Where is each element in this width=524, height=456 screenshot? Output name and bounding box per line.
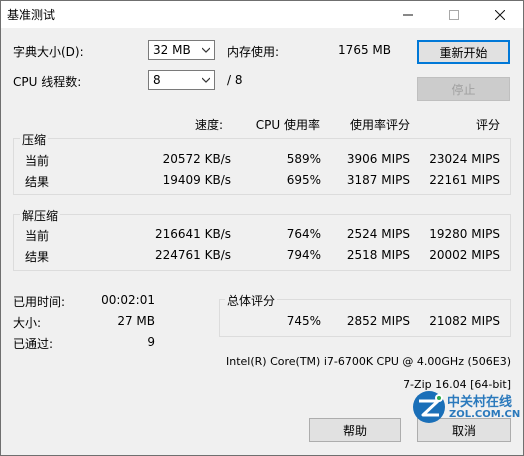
elapsed-time-value: 00:02:01: [101, 293, 155, 307]
cpu-threads-value: 8: [153, 73, 161, 87]
compress-result-speed: 19409 KB/s: [162, 173, 231, 187]
decompress-group-title: 解压缩: [20, 207, 61, 224]
elapsed-time-label: 已用时间:: [13, 295, 66, 309]
window-title: 基准测试: [7, 8, 56, 22]
compress-result-rating: 22161 MIPS: [429, 173, 500, 187]
compress-current-usage-rating: 3906 MIPS: [346, 152, 410, 166]
stop-button: 停止: [417, 77, 510, 101]
compress-current-speed: 20572 KB/s: [162, 152, 231, 166]
decompress-result-cpu: 794%: [286, 248, 321, 262]
watermark-brand-cn: 中关村在线: [447, 395, 513, 410]
restart-button[interactable]: 重新开始: [417, 40, 510, 64]
watermark-brand-en: ZOL.COM.CN: [449, 409, 521, 420]
minimize-button[interactable]: [385, 1, 431, 28]
dict-size-value: 32 MB: [153, 43, 191, 57]
help-button-label: 帮助: [342, 423, 367, 438]
total-rating: 21082 MIPS: [429, 314, 500, 328]
decompress-current-rating: 19280 MIPS: [429, 227, 500, 241]
compress-result-cpu: 695%: [286, 173, 321, 187]
decompress-current-cpu: 764%: [286, 227, 321, 241]
dict-size-select[interactable]: 32 MB: [148, 40, 215, 60]
column-rating-usage: 使用率评分: [349, 118, 410, 132]
total-cpu-usage: 745%: [286, 314, 321, 328]
cpu-threads-label: CPU 线程数:: [13, 75, 82, 89]
zol-watermark: 中关村在线 ZOL.COM.CN: [411, 387, 523, 455]
compress-result-usage-rating: 3187 MIPS: [346, 173, 410, 187]
stop-button-label: 停止: [451, 82, 476, 97]
restart-button-label: 重新开始: [439, 45, 488, 60]
passed-value: 9: [147, 335, 155, 349]
minimize-icon: [403, 14, 413, 15]
decompress-result-speed: 224761 KB/s: [154, 248, 231, 262]
decompress-group: [13, 214, 511, 271]
decompress-current-usage-rating: 2524 MIPS: [346, 227, 410, 241]
compress-current-label: 当前: [25, 154, 50, 168]
column-speed: 速度:: [194, 118, 223, 132]
title-bar[interactable]: 基准测试: [1, 1, 523, 28]
passed-label: 已通过:: [13, 337, 54, 351]
memory-usage-label: 内存使用:: [227, 45, 280, 59]
size-label: 大小:: [13, 316, 42, 330]
decompress-result-label: 结果: [25, 250, 50, 264]
size-value: 27 MB: [117, 314, 155, 328]
total-rating-title: 总体评分: [225, 292, 278, 309]
memory-usage-value: 1765 MB: [338, 43, 391, 57]
decompress-result-usage-rating: 2518 MIPS: [346, 248, 410, 262]
maximize-button: [431, 1, 477, 28]
close-button[interactable]: [477, 1, 523, 28]
zol-logo-icon: [413, 391, 445, 423]
compress-current-cpu: 589%: [286, 152, 321, 166]
column-rating: 评分: [475, 118, 500, 132]
maximize-icon: [449, 9, 459, 20]
compress-result-label: 结果: [25, 175, 50, 189]
dict-size-label: 字典大小(D):: [13, 45, 84, 59]
decompress-current-speed: 216641 KB/s: [154, 227, 231, 241]
total-usage-rating: 2852 MIPS: [346, 314, 410, 328]
cpu-info: Intel(R) Core(TM) i7-6700K CPU @ 4.00GHz…: [226, 355, 511, 368]
help-button[interactable]: 帮助: [309, 418, 401, 442]
close-icon: [495, 9, 505, 20]
decompress-result-rating: 20002 MIPS: [429, 248, 500, 262]
column-cpu-usage: CPU 使用率: [255, 118, 320, 132]
compress-group-title: 压缩: [20, 131, 49, 148]
chevron-down-icon: [202, 47, 210, 53]
cpu-threads-select[interactable]: 8: [148, 70, 215, 90]
cpu-threads-total: / 8: [227, 73, 243, 87]
benchmark-window: 基准测试 字典大小(D): 32 MB 内存使用: 1765 MB 重新开始 C…: [0, 0, 524, 456]
compress-current-rating: 23024 MIPS: [429, 152, 500, 166]
chevron-down-icon: [202, 77, 210, 83]
decompress-current-label: 当前: [25, 229, 50, 243]
